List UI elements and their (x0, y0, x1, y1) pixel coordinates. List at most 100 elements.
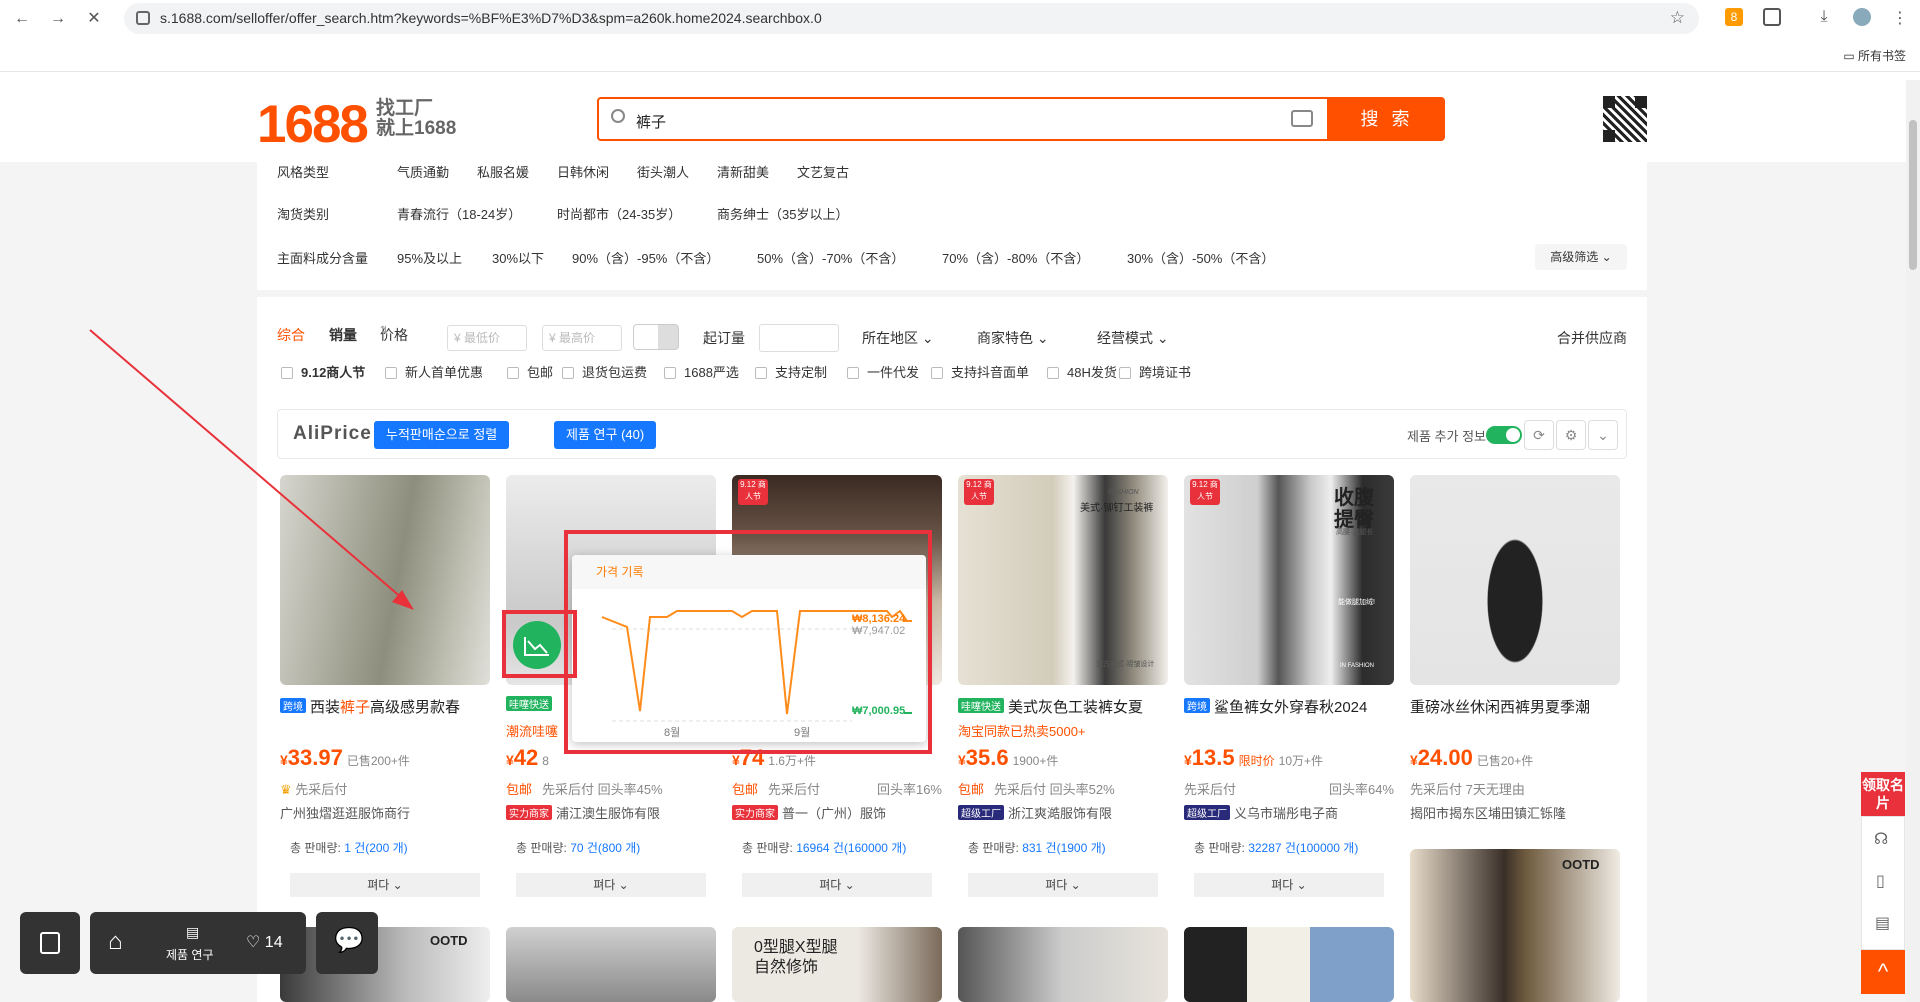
cart-button[interactable] (20, 912, 80, 974)
chat-bubble-icon: 💬 (334, 927, 364, 954)
product-card[interactable]: 9.12 商人节 收腹 提臀 高腰·显腿长 能做腿加绒! IN FASHION … (1184, 475, 1394, 905)
price-range-toggle[interactable] (633, 324, 679, 350)
address-bar[interactable]: s.1688.com/selloffer/offer_search.htm?ke… (124, 3, 1699, 34)
total-sales: 총 판매량: 16964 건(160000 개) (742, 841, 907, 855)
expand-button[interactable]: 펴다 ⌄ (290, 873, 480, 897)
product-title[interactable]: 重磅冰丝休闲西裤男夏季潮 (1410, 696, 1620, 717)
filter-option[interactable]: 50%（含）-70%（不含） (757, 248, 904, 267)
feedback-icon[interactable]: ▤ (1875, 913, 1890, 933)
filter-row-fabric: 主面料成分含量 95%及以上 30%以下 90%（含）-95%（不含） 50%（… (257, 248, 1647, 268)
shop-name[interactable]: 超级工厂 义乌市瑞彤电子商 (1184, 803, 1394, 822)
checkbox-returnship[interactable]: 退货包运费 (562, 362, 647, 381)
checkbox-douyin[interactable]: 支持抖音面单 (931, 362, 1029, 381)
attribute-filters: 风格类型 气质通勤 私服名媛 日韩休闲 街头潮人 清新甜美 文艺复古 淘货类别 … (257, 162, 1647, 290)
filter-option[interactable]: 清新甜美 (717, 162, 769, 181)
product-image[interactable] (1410, 475, 1620, 685)
max-price-input[interactable]: ¥ 最高价 (542, 325, 622, 351)
region-dropdown[interactable]: 所在地区 ⌄ (862, 328, 934, 348)
expand-button[interactable]: 펴다 ⌄ (516, 873, 706, 897)
product-image[interactable] (506, 927, 716, 1002)
filter-option[interactable]: 气质通勤 (397, 162, 449, 181)
stop-loading-icon[interactable]: ✕ (84, 9, 104, 29)
product-research-label[interactable]: 제품 연구 (166, 946, 214, 963)
collapse-up-icon[interactable]: ⌂ (108, 928, 123, 956)
shopping-bag-icon (40, 932, 60, 954)
expand-button[interactable]: 펴다 ⌄ (1194, 873, 1384, 897)
scrollbar-thumb[interactable] (1909, 120, 1917, 270)
checkbox-yanxuan[interactable]: 1688严选 (664, 362, 739, 381)
product-image[interactable] (958, 927, 1168, 1002)
product-image[interactable] (1184, 927, 1394, 1002)
search-icon (611, 109, 625, 123)
checkbox-dropship[interactable]: 一件代发 (847, 362, 919, 381)
filter-option[interactable]: 街头潮人 (637, 162, 689, 181)
product-image[interactable]: OOTD (1410, 849, 1620, 1002)
product-research-button[interactable]: 제품 연구 (40) (554, 421, 657, 449)
advanced-filter-button[interactable]: 高级筛选 ⌄ (1535, 244, 1627, 270)
search-button[interactable]: 搜 索 (1329, 97, 1445, 141)
expand-button[interactable]: 펴다 ⌄ (968, 873, 1158, 897)
favorite-count[interactable]: ♡ 14 (246, 932, 283, 952)
site-info-icon[interactable] (136, 11, 150, 25)
phone-icon[interactable]: ▯ (1876, 871, 1885, 891)
product-card[interactable]: 重磅冰丝休闲西裤男夏季潮 ¥24.00 已售20+件 先采后付 7天无理由 揭阳市… (1410, 475, 1620, 905)
filter-option[interactable]: 30%以下 (492, 248, 544, 267)
page-scrollbar[interactable] (1906, 80, 1920, 1002)
filter-option[interactable]: 商务绅士（35岁以上） (717, 204, 848, 223)
bookmark-star-icon[interactable]: ☆ (1670, 8, 1685, 28)
filter-option[interactable]: 日韩休闲 (557, 162, 609, 181)
merge-suppliers[interactable]: 合并供应商 (1557, 328, 1627, 348)
profile-avatar[interactable] (1853, 8, 1871, 26)
min-price-input[interactable]: ¥ 最低价 (447, 325, 527, 351)
product-title[interactable]: 哇噻快送 美式灰色工装裤女夏 (958, 696, 1168, 717)
shop-name[interactable]: 广州独熠逛逛服饰商行 (280, 803, 490, 822)
shop-name[interactable]: 揭阳市揭东区埔田镇汇铄隆 (1410, 803, 1620, 822)
menu-dots-icon[interactable]: ⋮ (1891, 8, 1909, 27)
download-icon[interactable]: ⤓ (1815, 8, 1833, 26)
checkbox-freeship[interactable]: 包邮 (507, 362, 553, 381)
shop-name[interactable]: 超级工厂 浙江爽澔服饰有限 (958, 803, 1168, 822)
filter-option[interactable]: 时尚都市（24-35岁） (557, 204, 681, 223)
filter-option[interactable]: 私服名媛 (477, 162, 529, 181)
folder-icon: ▭ (1843, 49, 1858, 63)
extra-info-toggle[interactable] (1486, 426, 1522, 444)
checkbox-48h[interactable]: 48H发货 (1047, 362, 1117, 381)
checkbox-custom[interactable]: 支持定制 (755, 362, 827, 381)
filter-option[interactable]: 青春流行（18-24岁） (397, 204, 521, 223)
filter-option[interactable]: 95%及以上 (397, 248, 462, 267)
chevron-down-icon[interactable]: ⌄ (1588, 420, 1618, 450)
merchant-feature-dropdown[interactable]: 商家特色 ⌄ (977, 328, 1049, 348)
bookmarks-folder[interactable]: ▭ 所有书签 (1843, 47, 1906, 64)
product-image[interactable]: 9.12 商人节 FASHION 美式·铆钉工装裤 复古美式·褶皱设计 (958, 475, 1168, 685)
back-icon[interactable]: ← (12, 9, 32, 29)
shop-name[interactable]: 实力商家 普一（广州）服饰 (732, 803, 942, 822)
refresh-icon[interactable]: ⟳ (1524, 420, 1554, 450)
product-image[interactable]: OOTD (280, 927, 490, 1002)
checkbox-crossborder-cert[interactable]: 跨境证书 (1119, 362, 1191, 381)
filter-option[interactable]: 30%（含）-50%（不含） (1127, 248, 1274, 267)
product-image[interactable]: 0型腿X型腿 自然修饰 (732, 927, 942, 1002)
product-card[interactable]: 9.12 商人节 FASHION 美式·铆钉工装裤 复古美式·褶皱设计 哇噻快送… (958, 475, 1168, 905)
product-title[interactable]: 跨境 鲨鱼裤女外穿春秋2024 (1184, 696, 1394, 717)
aliprice-bottom-bar: ⌂ 제품 연구 ▤ ♡ 14 (90, 912, 306, 974)
forward-icon[interactable]: → (48, 9, 68, 29)
extensions-puzzle-icon[interactable] (1763, 8, 1781, 26)
get-card-button[interactable]: 领取名片 (1861, 772, 1905, 816)
headset-icon[interactable]: ☊ (1874, 829, 1888, 849)
camera-search-icon[interactable] (1291, 110, 1313, 127)
site-logo[interactable]: 1688 (257, 94, 369, 155)
filter-option[interactable]: 70%（含）-80%（不含） (942, 248, 1089, 267)
product-title[interactable]: 跨境 西装裤子高级感男款春 (280, 696, 490, 717)
back-to-top-button[interactable]: ^ (1861, 950, 1905, 994)
search-input[interactable]: 裤子 (597, 97, 1329, 141)
moq-input[interactable] (759, 324, 839, 352)
filter-option[interactable]: 文艺复古 (797, 162, 849, 181)
product-image[interactable]: 9.12 商人节 收腹 提臀 高腰·显腿长 能做腿加绒! IN FASHION (1184, 475, 1394, 685)
chat-button[interactable]: 💬 (316, 912, 378, 974)
settings-icon[interactable]: ⚙ (1556, 420, 1586, 450)
business-mode-dropdown[interactable]: 经营模式 ⌄ (1097, 328, 1169, 348)
filter-option[interactable]: 90%（含）-95%（不含） (572, 248, 719, 267)
expand-button[interactable]: 펴다 ⌄ (742, 873, 932, 897)
shop-name[interactable]: 实力商家 浦江澳生服饰有限 (506, 803, 716, 822)
extension-icon[interactable]: 8 (1725, 8, 1743, 26)
